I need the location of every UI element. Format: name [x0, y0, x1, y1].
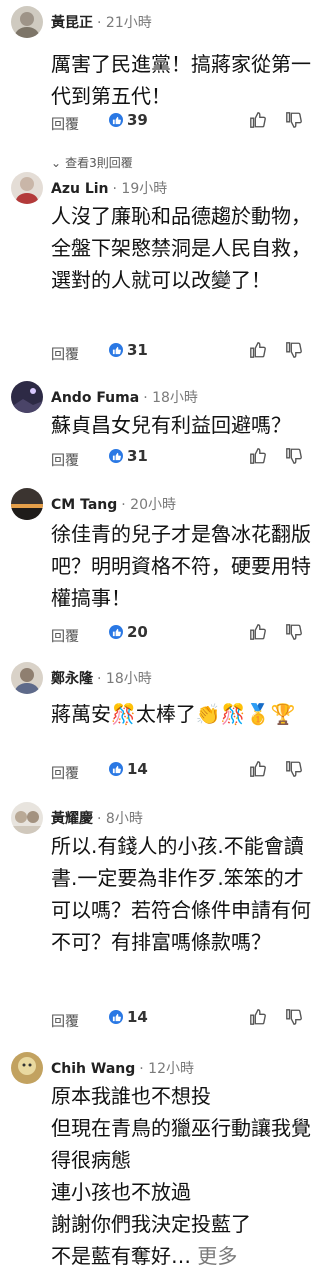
author-name[interactable]: 黃耀慶 — [51, 811, 93, 827]
thumb-down-icon[interactable] — [285, 760, 303, 782]
timestamp: · 18小時 — [143, 390, 198, 406]
reply-button[interactable]: 回覆 — [51, 626, 79, 646]
comment-meta: 鄭永隆 · 18小時 — [51, 668, 152, 688]
comment-actions: 回覆 39 — [51, 111, 313, 135]
author-name[interactable]: 黃昆正 — [51, 15, 93, 31]
author-name[interactable]: 鄭永隆 — [51, 671, 93, 687]
timestamp: · 19小時 — [112, 181, 168, 197]
view-replies-link[interactable]: ⌄ 查看3則回覆 — [51, 154, 133, 171]
thumb-down-icon[interactable] — [285, 447, 303, 469]
reply-button[interactable]: 回覆 — [51, 114, 79, 134]
comment-meta: Chih Wang · 12小時 — [51, 1058, 194, 1078]
avatar[interactable] — [11, 381, 43, 413]
comment-meta: CM Tang · 20小時 — [51, 494, 176, 514]
timestamp: · 20小時 — [121, 497, 176, 513]
thumb-down-icon[interactable] — [285, 623, 303, 645]
avatar[interactable] — [11, 662, 43, 694]
like-count: 14 — [127, 1008, 148, 1026]
like-count-area: 39 — [109, 111, 148, 129]
avatar[interactable] — [11, 802, 43, 834]
timestamp: · 21小時 — [97, 15, 152, 31]
author-name[interactable]: Azu Lin — [51, 181, 109, 197]
comment-meta: Ando Fuma · 18小時 — [51, 387, 198, 407]
reply-button[interactable]: 回覆 — [51, 763, 79, 783]
comment-actions: 回覆 20 — [51, 623, 313, 647]
thumb-down-icon[interactable] — [285, 1008, 303, 1030]
author-name[interactable]: Ando Fuma — [51, 390, 139, 406]
thumb-up-icon[interactable] — [249, 341, 267, 363]
comment-text: 人沒了廉恥和品德趨於動物，全盤下架愍禁洞是人民自救，選對的人就可以改變了！ — [51, 204, 311, 292]
comment-meta: 黃昆正 · 21小時 — [51, 12, 152, 32]
comment-meta: Azu Lin · 19小時 — [51, 178, 167, 198]
avatar[interactable] — [11, 1052, 43, 1084]
timestamp: · 12小時 — [139, 1061, 194, 1077]
thumb-down-icon[interactable] — [285, 111, 303, 133]
author-name[interactable]: CM Tang — [51, 497, 117, 513]
comment-actions: 回覆 14 — [51, 1008, 313, 1032]
thumb-up-icon[interactable] — [249, 111, 267, 133]
chevron-down-icon: ⌄ — [51, 156, 62, 170]
timestamp: · 18小時 — [97, 671, 152, 687]
timestamp: · 8小時 — [97, 811, 143, 827]
avatar[interactable] — [11, 488, 43, 520]
like-count: 20 — [127, 623, 148, 641]
like-badge-icon — [109, 625, 123, 639]
thumb-up-icon[interactable] — [249, 760, 267, 782]
like-count-area: 31 — [109, 341, 148, 359]
reply-button[interactable]: 回覆 — [51, 450, 79, 470]
like-count: 31 — [127, 341, 148, 359]
comment-text: 原本我誰也不想投 但現在青鳥的獵巫行動讓我覺得很病態 連小孩也不放過 謝謝你們我… — [51, 1080, 313, 1272]
avatar[interactable] — [11, 172, 43, 204]
comment-actions: 回覆 31 — [51, 341, 313, 365]
like-count: 31 — [127, 447, 148, 465]
more-link[interactable]: 更多 — [197, 1244, 237, 1268]
like-count-area: 31 — [109, 447, 148, 465]
like-badge-icon — [109, 449, 123, 463]
thumb-up-icon[interactable] — [249, 447, 267, 469]
avatar[interactable] — [11, 6, 43, 38]
comment-text: 所以.有錢人的小孩.不能會讀書.一定要為非作歹.笨笨的才可以嗎？若符合條件申請有… — [51, 834, 311, 954]
comment-text: 蔣萬安🎊太棒了👏🎊🥇🏆 — [51, 702, 296, 726]
like-badge-icon — [109, 762, 123, 776]
author-name[interactable]: Chih Wang — [51, 1061, 135, 1077]
like-badge-icon — [109, 1010, 123, 1024]
thumb-down-icon[interactable] — [285, 341, 303, 363]
like-count: 39 — [127, 111, 148, 129]
reply-button[interactable]: 回覆 — [51, 344, 79, 364]
like-count-area: 14 — [109, 760, 148, 778]
comment-actions: 回覆 14 — [51, 760, 313, 784]
thumb-up-icon[interactable] — [249, 623, 267, 645]
like-badge-icon — [109, 113, 123, 127]
like-count-area: 14 — [109, 1008, 148, 1026]
comment-meta: 黃耀慶 · 8小時 — [51, 808, 143, 828]
comment-text: 徐佳青的兒子才是魯冰花翻版吧？明明資格不符，硬要用特權搞事！ — [51, 522, 311, 610]
thumb-up-icon[interactable] — [249, 1008, 267, 1030]
comment-text: 蘇貞昌女兒有利益回避嗎？ — [51, 413, 291, 437]
comment-text-body: 原本我誰也不想投 但現在青鳥的獵巫行動讓我覺得很病態 連小孩也不放過 謝謝你們我… — [51, 1084, 311, 1268]
comment-text: 厲害了民進黨！搞蔣家從第一代到第五代！ — [51, 52, 311, 108]
reply-button[interactable]: 回覆 — [51, 1011, 79, 1031]
like-count-area: 20 — [109, 623, 148, 641]
like-count: 14 — [127, 760, 148, 778]
like-badge-icon — [109, 343, 123, 357]
comment-actions: 回覆 31 — [51, 447, 313, 471]
